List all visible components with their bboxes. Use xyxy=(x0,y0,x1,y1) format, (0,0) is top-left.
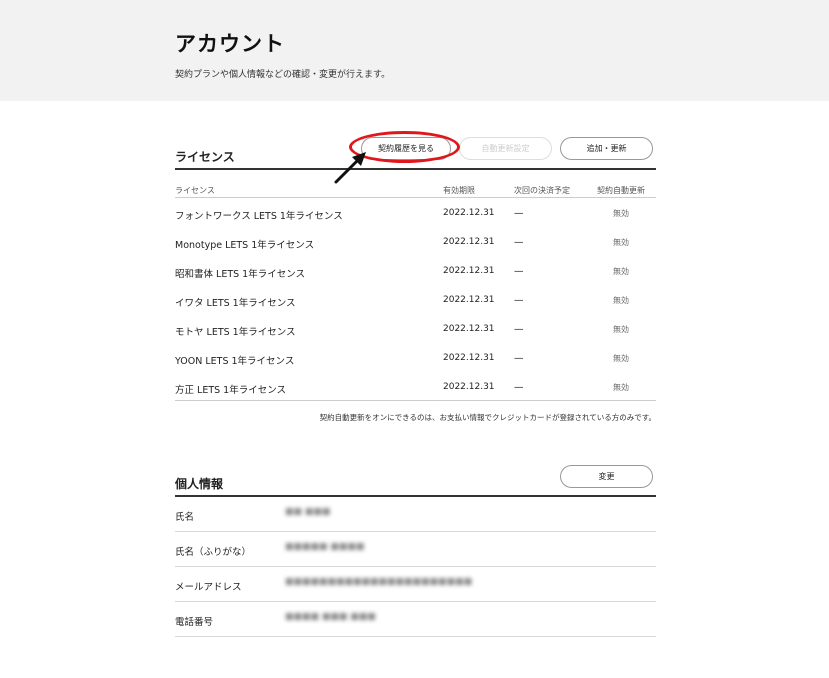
license-auto-renew: 無効 xyxy=(613,325,629,334)
license-name: 方正 LETS 1年ライセンス xyxy=(175,385,287,396)
info-value-blurred: ■■■■■■■■■■■■■■■■■■■■■■ xyxy=(285,577,473,587)
table-row: フォントワークス LETS 1年ライセンス 2022.12.31 — 無効 xyxy=(175,199,656,228)
personal-section-title: 個人情報 xyxy=(175,477,224,491)
info-row-name: 氏名 ■■ ■■■ xyxy=(175,497,656,532)
page-description: 契約プランや個人情報などの確認・変更が行えます。 xyxy=(175,70,391,80)
license-auto-renew: 無効 xyxy=(613,209,629,218)
license-next-payment: — xyxy=(514,382,524,393)
info-value-blurred: ■■■■■ ■■■■ xyxy=(285,542,365,552)
column-header-expiry: 有効期限 xyxy=(443,186,475,195)
license-expiry: 2022.12.31 xyxy=(443,237,495,247)
license-next-payment: — xyxy=(514,353,524,364)
table-header-rule xyxy=(175,197,656,198)
info-value-blurred: ■■■■ ■■■ ■■■ xyxy=(285,612,376,622)
column-header-license: ライセンス xyxy=(175,186,215,195)
info-row-furigana: 氏名（ふりがな） ■■■■■ ■■■■ xyxy=(175,532,656,567)
license-name: モトヤ LETS 1年ライセンス xyxy=(175,327,296,338)
license-next-payment: — xyxy=(514,295,524,306)
license-name: YOON LETS 1年ライセンス xyxy=(175,356,295,367)
info-label: 氏名（ふりがな） xyxy=(175,547,252,558)
column-header-auto-renew: 契約自動更新 xyxy=(597,186,645,195)
info-row-email: メールアドレス ■■■■■■■■■■■■■■■■■■■■■■ xyxy=(175,567,656,602)
license-expiry: 2022.12.31 xyxy=(443,324,495,334)
license-auto-renew: 無効 xyxy=(613,354,629,363)
license-auto-renew: 無効 xyxy=(613,238,629,247)
license-next-payment: — xyxy=(514,324,524,335)
auto-renew-note: 契約自動更新をオンにできるのは、お支払い情報でクレジットカードが登録されている方… xyxy=(319,413,656,422)
info-label: 氏名 xyxy=(175,512,195,523)
license-name: イワタ LETS 1年ライセンス xyxy=(175,298,296,309)
table-row: イワタ LETS 1年ライセンス 2022.12.31 — 無効 xyxy=(175,286,656,315)
license-next-payment: — xyxy=(514,237,524,248)
license-auto-renew: 無効 xyxy=(613,296,629,305)
license-auto-renew: 無効 xyxy=(613,383,629,392)
table-row: 方正 LETS 1年ライセンス 2022.12.31 — 無効 xyxy=(175,373,656,402)
info-value-blurred: ■■ ■■■ xyxy=(285,507,331,517)
license-expiry: 2022.12.31 xyxy=(443,208,495,218)
table-row: Monotype LETS 1年ライセンス 2022.12.31 — 無効 xyxy=(175,228,656,257)
header-band xyxy=(0,0,829,101)
info-label: 電話番号 xyxy=(175,617,214,628)
license-expiry: 2022.12.31 xyxy=(443,382,495,392)
add-update-button[interactable]: 追加・更新 xyxy=(560,137,653,160)
license-section-title: ライセンス xyxy=(175,150,235,164)
license-auto-renew: 無効 xyxy=(613,267,629,276)
table-row: YOON LETS 1年ライセンス 2022.12.31 — 無効 xyxy=(175,344,656,373)
license-expiry: 2022.12.31 xyxy=(443,266,495,276)
license-next-payment: — xyxy=(514,266,524,277)
pointer-arrow-icon xyxy=(334,152,366,184)
table-row: 昭和書体 LETS 1年ライセンス 2022.12.31 — 無効 xyxy=(175,257,656,286)
table-row: モトヤ LETS 1年ライセンス 2022.12.31 — 無効 xyxy=(175,315,656,344)
license-section-rule xyxy=(175,168,656,170)
info-row-phone: 電話番号 ■■■■ ■■■ ■■■ xyxy=(175,602,656,637)
table-bottom-rule xyxy=(175,400,656,401)
license-expiry: 2022.12.31 xyxy=(443,353,495,363)
license-expiry: 2022.12.31 xyxy=(443,295,495,305)
column-header-next-payment: 次回の決済予定 xyxy=(514,186,570,195)
license-next-payment: — xyxy=(514,208,524,219)
license-name: Monotype LETS 1年ライセンス xyxy=(175,240,315,251)
info-label: メールアドレス xyxy=(175,582,242,593)
change-personal-info-button[interactable]: 変更 xyxy=(560,465,653,488)
license-name: 昭和書体 LETS 1年ライセンス xyxy=(175,269,306,280)
page-title: アカウント xyxy=(175,32,285,56)
auto-renew-settings-button[interactable]: 自動更新設定 xyxy=(459,137,552,160)
license-name: フォントワークス LETS 1年ライセンス xyxy=(175,211,343,222)
